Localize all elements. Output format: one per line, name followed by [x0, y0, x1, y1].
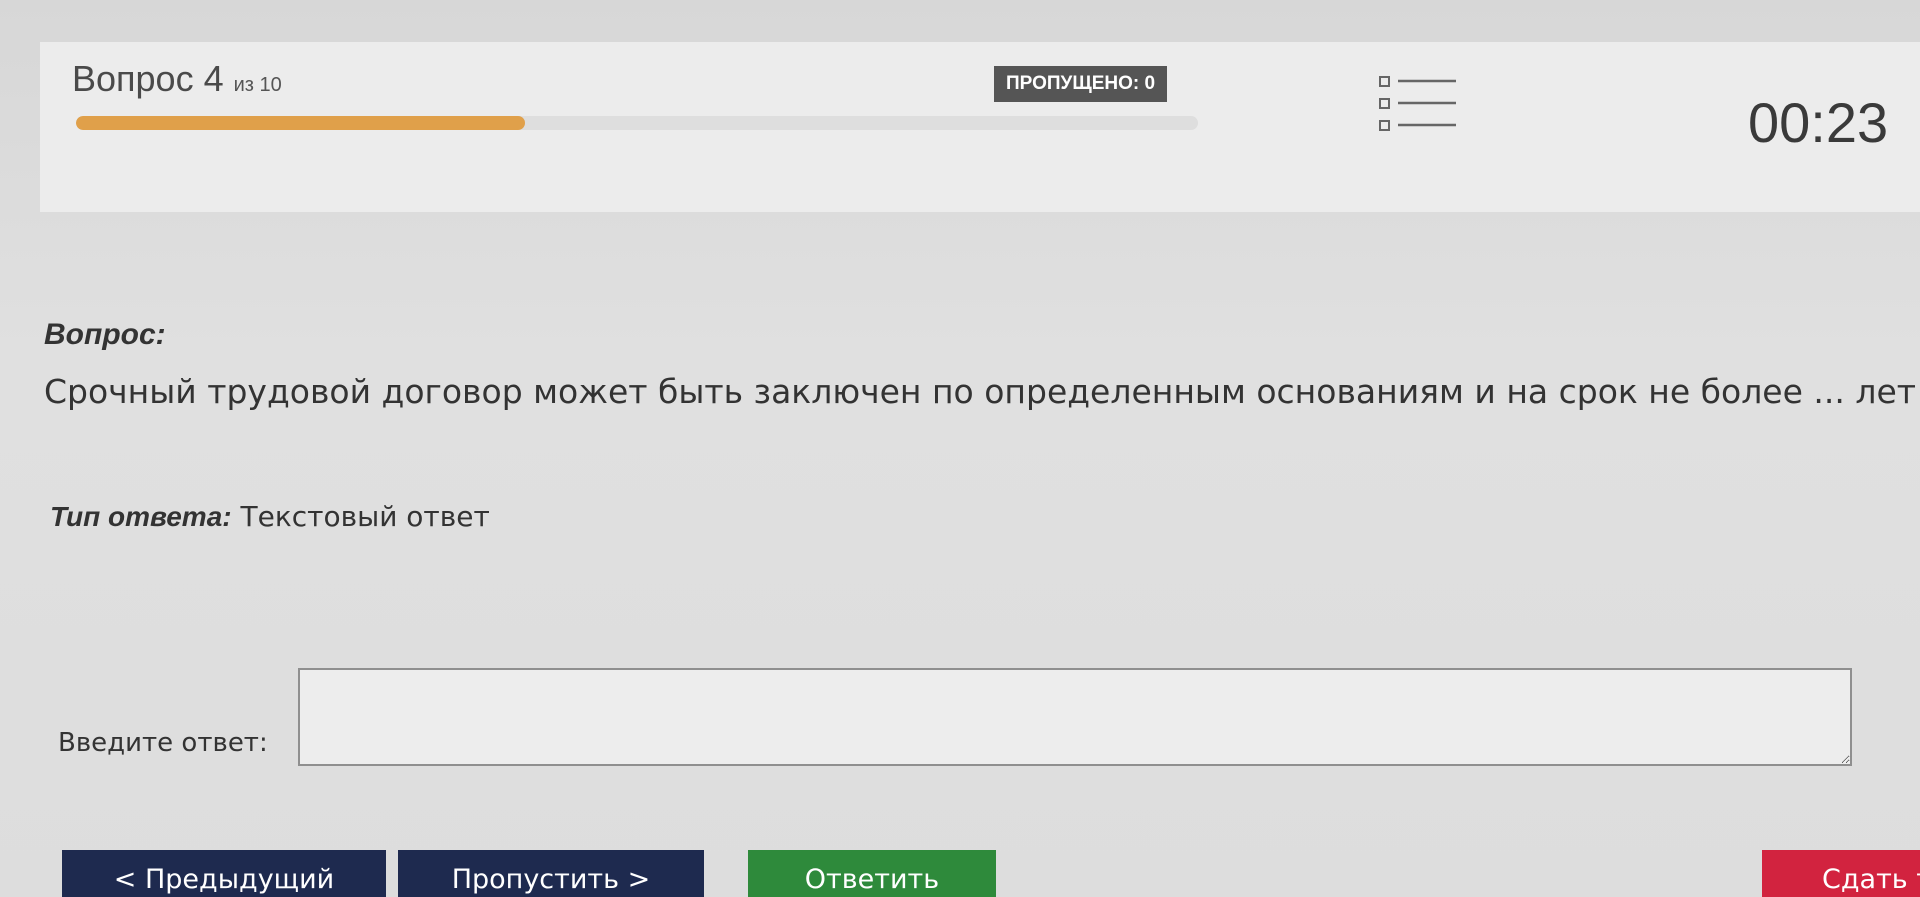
question-number: Вопрос 4 — [72, 58, 224, 99]
question-text: Срочный трудовой договор может быть закл… — [44, 372, 1916, 411]
question-list-icon[interactable] — [1378, 70, 1458, 136]
skipped-badge: ПРОПУЩЕНО: 0 — [994, 66, 1168, 102]
answer-type-value: Текстовый ответ — [240, 500, 490, 533]
previous-button[interactable]: < Предыдущий — [62, 850, 386, 897]
finish-test-button[interactable]: Сдать т — [1762, 850, 1920, 897]
progress-bar — [76, 116, 1198, 130]
question-counter: Вопрос 4 из 10 — [72, 58, 282, 100]
answer-type: Тип ответа: Текстовый ответ — [50, 500, 490, 533]
answer-field-label: Введите ответ: — [58, 728, 268, 758]
progress-bar-fill — [76, 116, 525, 130]
answer-button[interactable]: Ответить — [748, 850, 996, 897]
timer: 00:23 — [1748, 91, 1889, 154]
test-page: Вопрос 4 из 10 ПРОПУЩЕНО: 0 00:23 Вопрос… — [0, 0, 1920, 897]
question-heading: Вопрос: — [44, 318, 166, 351]
question-total: из 10 — [233, 74, 282, 96]
skip-button[interactable]: Пропустить > — [398, 850, 704, 897]
answer-type-label: Тип ответа: — [50, 501, 232, 532]
answer-input[interactable] — [298, 668, 1852, 766]
